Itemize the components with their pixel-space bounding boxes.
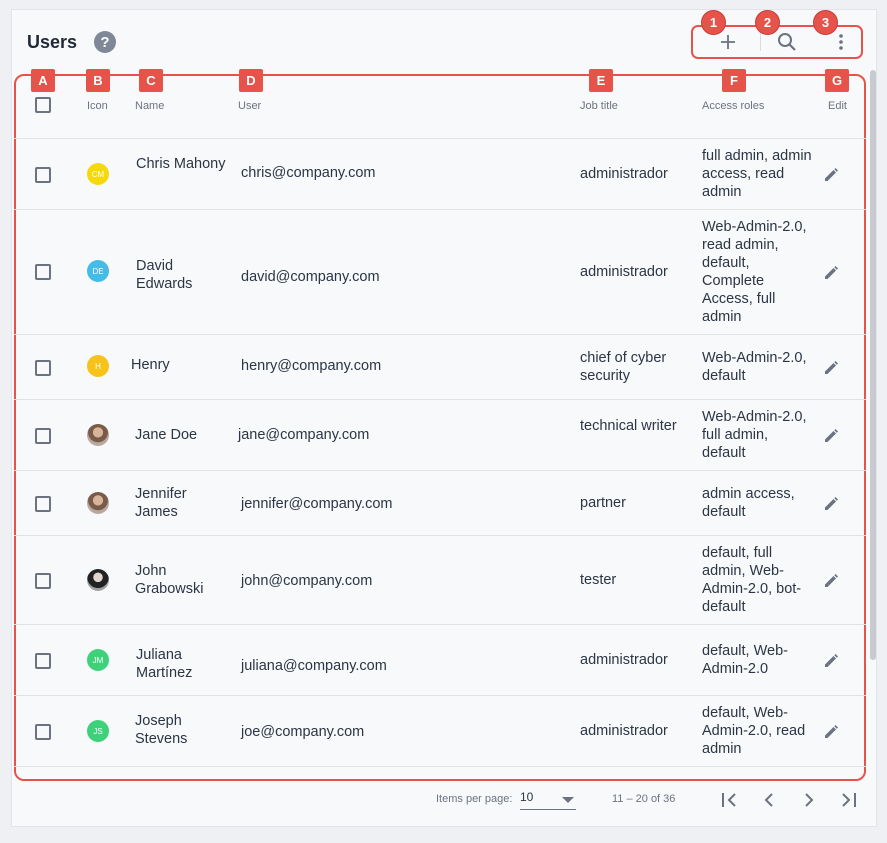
select-all-checkbox[interactable] (35, 97, 51, 113)
items-per-page-value: 10 (520, 790, 534, 804)
job-title: chief of cyber security (580, 350, 667, 384)
search-icon[interactable] (772, 29, 802, 55)
toolbar-divider (760, 31, 761, 51)
access-roles: Web-Admin-2.0, read admin, default, Comp… (702, 219, 807, 325)
access-roles: default, Web-Admin-2.0 (702, 643, 788, 677)
avatar: DE (87, 260, 109, 282)
access-roles: full admin, admin access, read admin (702, 148, 812, 200)
user-name: Jennifer James (135, 486, 187, 520)
edit-pencil-icon[interactable] (822, 651, 840, 669)
job-title: partner (580, 495, 626, 511)
row-divider (14, 470, 866, 471)
avatar-photo (87, 569, 109, 591)
annotation-badge-1: 1 (701, 10, 726, 35)
row-checkbox[interactable] (35, 724, 51, 740)
user-email: henry@company.com (241, 358, 382, 374)
access-roles: default, Web-Admin-2.0, read admin (702, 705, 806, 757)
avatar-photo (87, 492, 109, 514)
avatar-photo (87, 424, 109, 446)
row-divider (14, 535, 866, 536)
user-name: John Grabowski (135, 563, 204, 597)
user-name: Jane Doe (135, 427, 198, 443)
column-marker-g: G (825, 69, 849, 92)
edit-pencil-icon[interactable] (822, 358, 840, 376)
column-header-job-title[interactable]: Job title (580, 100, 618, 112)
job-title: administrador (580, 166, 668, 182)
avatar: JS (87, 720, 109, 742)
annotation-badge-3: 3 (813, 10, 838, 35)
access-roles: Web-Admin-2.0, default (702, 350, 807, 384)
column-marker-d: D (239, 69, 263, 92)
user-email: david@company.com (241, 269, 380, 285)
row-checkbox[interactable] (35, 573, 51, 589)
previous-page-icon[interactable] (758, 789, 780, 811)
user-name: David Edwards (136, 258, 193, 292)
row-checkbox[interactable] (35, 360, 51, 376)
column-header-name[interactable]: Name (135, 100, 164, 112)
edit-pencil-icon[interactable] (822, 494, 840, 512)
avatar: H (87, 355, 109, 377)
column-marker-c: C (139, 69, 163, 92)
page-title: Users (27, 32, 78, 52)
user-email: jane@company.com (238, 427, 370, 443)
user-name: Chris Mahony (136, 156, 226, 172)
row-divider (14, 695, 866, 696)
user-email: jennifer@company.com (241, 496, 393, 512)
access-roles: admin access, default (702, 486, 795, 520)
page-range: 11 – 20 of 36 (612, 793, 676, 805)
annotation-badge-2: 2 (755, 10, 780, 35)
job-title: tester (580, 572, 617, 588)
row-divider (14, 334, 866, 335)
row-divider (14, 209, 866, 210)
row-divider (14, 399, 866, 400)
column-header-edit: Edit (828, 100, 847, 112)
row-divider (14, 138, 866, 139)
user-email: chris@company.com (241, 165, 376, 181)
next-page-icon[interactable] (798, 789, 820, 811)
avatar: CM (87, 163, 109, 185)
avatar: JM (87, 649, 109, 671)
row-checkbox[interactable] (35, 167, 51, 183)
last-page-icon[interactable] (838, 789, 860, 811)
row-checkbox[interactable] (35, 264, 51, 280)
job-title: administrador (580, 652, 668, 668)
row-divider (14, 624, 866, 625)
user-email: juliana@company.com (241, 658, 387, 674)
edit-pencil-icon[interactable] (822, 263, 840, 281)
vertical-scrollbar[interactable] (870, 70, 876, 660)
column-marker-b: B (86, 69, 110, 92)
column-marker-f: F (722, 69, 746, 92)
row-divider (14, 766, 866, 767)
user-name: Juliana Martínez (136, 647, 193, 681)
user-name: Joseph Stevens (135, 713, 188, 747)
user-email: john@company.com (241, 573, 373, 589)
edit-pencil-icon[interactable] (822, 426, 840, 444)
row-checkbox[interactable] (35, 653, 51, 669)
column-marker-a: A (31, 69, 55, 92)
dropdown-arrow-icon[interactable] (562, 797, 574, 803)
access-roles: default, full admin, Web-Admin-2.0, bot-… (702, 545, 802, 615)
row-checkbox[interactable] (35, 496, 51, 512)
column-marker-e: E (589, 69, 613, 92)
items-per-page-label: Items per page: (436, 793, 513, 805)
column-header-icon: Icon (87, 100, 108, 112)
edit-pencil-icon[interactable] (822, 571, 840, 589)
user-name: Henry (131, 357, 170, 373)
user-email: joe@company.com (241, 724, 365, 740)
row-checkbox[interactable] (35, 428, 51, 444)
edit-pencil-icon[interactable] (822, 165, 840, 183)
job-title: administrador (580, 264, 668, 280)
column-header-access-roles[interactable]: Access roles (702, 100, 764, 112)
access-roles: Web-Admin-2.0, full admin, default (702, 409, 807, 461)
column-header-user[interactable]: User (238, 100, 261, 112)
job-title: administrador (580, 723, 668, 739)
job-title: technical writer (580, 418, 677, 434)
edit-pencil-icon[interactable] (822, 722, 840, 740)
first-page-icon[interactable] (718, 789, 740, 811)
question-circle-icon[interactable]: ? (94, 31, 116, 53)
